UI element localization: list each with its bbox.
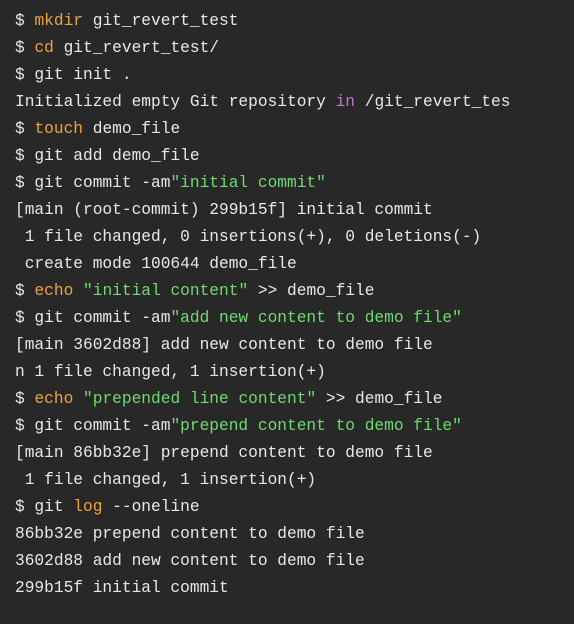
- terminal-text-segment: /git_revert_tes: [355, 93, 511, 111]
- terminal-text-segment: "add new content to demo file": [170, 309, 462, 327]
- terminal-text-segment: "initial commit": [170, 174, 326, 192]
- terminal-line: $ mkdir git_revert_test: [0, 8, 574, 35]
- terminal-line: $ git commit -am"add new content to demo…: [0, 305, 574, 332]
- terminal-text-segment: echo: [34, 282, 74, 300]
- terminal-text-segment: n 1 file changed, 1 insertion(+): [15, 363, 326, 381]
- terminal-text-segment: $ git init .: [15, 66, 132, 84]
- terminal-line: 299b15f initial commit: [0, 575, 574, 602]
- terminal-line: $ git add demo_file: [0, 143, 574, 170]
- terminal-line: n 1 file changed, 1 insertion(+): [0, 359, 574, 386]
- terminal-text-segment: 86bb32e prepend content to demo file: [15, 525, 365, 543]
- terminal-line: 1 file changed, 1 insertion(+): [0, 467, 574, 494]
- terminal-text-segment: >> demo_file: [316, 390, 443, 408]
- terminal-text-segment: $: [15, 120, 35, 138]
- terminal-text-segment: 299b15f initial commit: [15, 579, 229, 597]
- terminal-text-segment: $: [15, 12, 35, 30]
- terminal-line: $ echo "initial content" >> demo_file: [0, 278, 574, 305]
- terminal-text-segment: [main 3602d88] add new content to demo f…: [15, 336, 433, 354]
- terminal-text-segment: $: [15, 39, 35, 57]
- terminal-line: $ cd git_revert_test/: [0, 35, 574, 62]
- terminal-text-segment: 1 file changed, 0 insertions(+), 0 delet…: [15, 228, 482, 246]
- terminal-text-segment: 3602d88 add new content to demo file: [15, 552, 365, 570]
- terminal-line: $ git init .: [0, 62, 574, 89]
- terminal-text-segment: $ git add demo_file: [15, 147, 200, 165]
- terminal-text-segment: "prepended line content": [83, 390, 317, 408]
- terminal-text-segment: $ git commit -am: [15, 174, 171, 192]
- terminal-text-segment: touch: [34, 120, 84, 138]
- terminal-text-segment: "prepend content to demo file": [170, 417, 462, 435]
- terminal-text-segment: mkdir: [34, 12, 84, 30]
- terminal-text-segment: [main (root-commit) 299b15f] initial com…: [15, 201, 433, 219]
- terminal-text-segment: 1 file changed, 1 insertion(+): [15, 471, 317, 489]
- terminal-text-segment: in: [335, 93, 356, 111]
- terminal-line: [main (root-commit) 299b15f] initial com…: [0, 197, 574, 224]
- terminal-text-segment: >> demo_file: [248, 282, 375, 300]
- terminal-line: $ git commit -am"initial commit": [0, 170, 574, 197]
- terminal-text-segment: $ git: [15, 498, 74, 516]
- terminal-text-segment: git_revert_test: [83, 12, 239, 30]
- terminal-line: $ echo "prepended line content" >> demo_…: [0, 386, 574, 413]
- terminal-text-segment: git_revert_test/: [53, 39, 220, 57]
- terminal-text-segment: cd: [34, 39, 54, 57]
- terminal-text-segment: --oneline: [102, 498, 200, 516]
- terminal-text-segment: log: [73, 498, 103, 516]
- terminal-line: create mode 100644 demo_file: [0, 251, 574, 278]
- terminal-line: $ git commit -am"prepend content to demo…: [0, 413, 574, 440]
- terminal-line: 86bb32e prepend content to demo file: [0, 521, 574, 548]
- terminal-text-segment: "initial content": [83, 282, 249, 300]
- terminal-text-segment: demo_file: [83, 120, 181, 138]
- terminal-line: [main 3602d88] add new content to demo f…: [0, 332, 574, 359]
- terminal-text-segment: Initialized empty Git repository: [15, 93, 336, 111]
- terminal-text-segment: [main 86bb32e] prepend content to demo f…: [15, 444, 433, 462]
- terminal-line: 1 file changed, 0 insertions(+), 0 delet…: [0, 224, 574, 251]
- terminal-text-segment: $ git commit -am: [15, 417, 171, 435]
- terminal-text-segment: $: [15, 282, 35, 300]
- terminal-line: Initialized empty Git repository in /git…: [0, 89, 574, 116]
- terminal-text-segment: $: [15, 390, 35, 408]
- terminal-output[interactable]: $ mkdir git_revert_test $ cd git_revert_t…: [0, 0, 574, 624]
- terminal-line: [main 86bb32e] prepend content to demo f…: [0, 440, 574, 467]
- terminal-line: $ git log --oneline: [0, 494, 574, 521]
- terminal-text-segment: $ git commit -am: [15, 309, 171, 327]
- terminal-text-segment: create mode 100644 demo_file: [15, 255, 297, 273]
- terminal-line: 3602d88 add new content to demo file: [0, 548, 574, 575]
- terminal-line: $ touch demo_file: [0, 116, 574, 143]
- terminal-text-segment: echo: [34, 390, 74, 408]
